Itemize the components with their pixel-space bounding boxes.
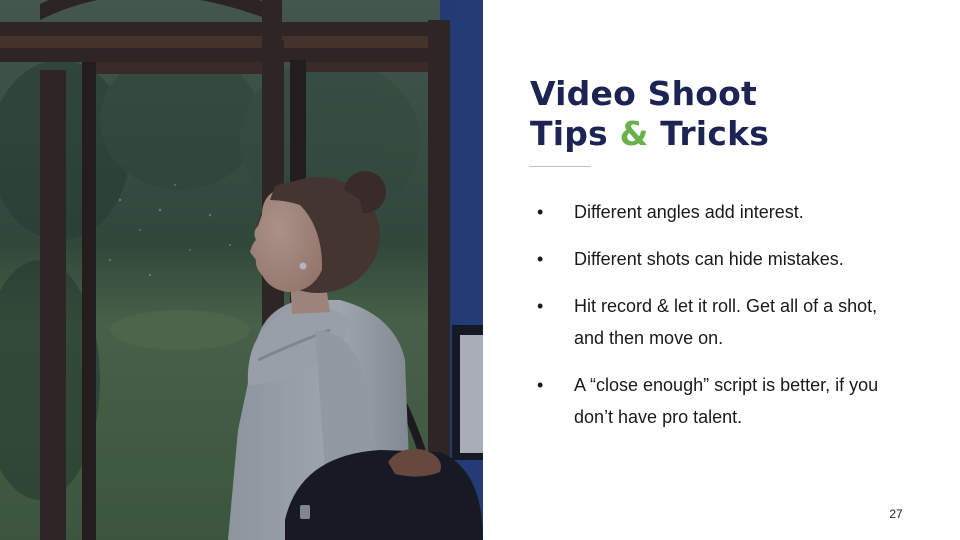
bullet-item: • A “close enough” script is better, if … — [537, 369, 897, 433]
bullet-item: • Different angles add interest. — [537, 196, 897, 228]
slide-photo — [0, 0, 483, 540]
title-word-tips: Tips — [530, 114, 620, 153]
bullet-text: Hit record & let it roll. Get all of a s… — [574, 296, 878, 348]
title-divider — [529, 166, 591, 167]
title-line-1: Video Shoot — [530, 74, 758, 113]
page-number: 27 — [889, 507, 903, 521]
bullet-text: Different shots can hide mistakes. — [574, 249, 844, 269]
photo-illustration — [0, 0, 483, 540]
bullet-icon: • — [537, 249, 544, 269]
bullet-icon: • — [537, 375, 544, 395]
title-ampersand: & — [619, 114, 649, 153]
bullet-icon: • — [537, 296, 544, 316]
slide: Video Shoot Tips & Tricks • Different an… — [0, 0, 960, 540]
bullet-text: A “close enough” script is better, if yo… — [574, 375, 879, 427]
slide-title: Video Shoot Tips & Tricks — [530, 74, 769, 154]
tips-bullet-list: • Different angles add interest. • Diffe… — [537, 196, 897, 448]
bullet-text: Different angles add interest. — [574, 202, 804, 222]
wall-picture — [460, 335, 483, 453]
title-word-tricks: Tricks — [648, 114, 770, 153]
bullet-item: • Different shots can hide mistakes. — [537, 243, 897, 275]
bullet-item: • Hit record & let it roll. Get all of a… — [537, 290, 897, 354]
bullet-icon: • — [537, 202, 544, 222]
